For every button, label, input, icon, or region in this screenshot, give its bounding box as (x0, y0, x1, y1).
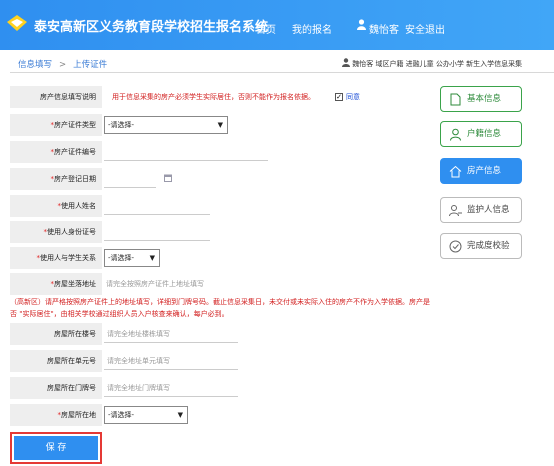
student-icon (342, 58, 350, 67)
breadcrumb: 信息填写 > 上传证件 (18, 58, 107, 70)
user-info-text: 魏怡客 域区户籍 进融儿童 公办小学 新生入学信息采集 (352, 60, 523, 68)
row-user-name: *使用人姓名 (10, 195, 430, 217)
unit-underline (104, 369, 238, 370)
save-button-highlight: 保 存 (10, 432, 102, 464)
dropdown-caret-icon: ▼ (177, 411, 183, 419)
row-door: 房屋所在门牌号 请完全地址门牌填写 (10, 377, 430, 399)
side-completeness-check[interactable]: 完成度校验 (440, 233, 522, 259)
cert-no-input[interactable] (104, 160, 268, 161)
side-label: 户籍信息 (467, 129, 502, 139)
nav-home[interactable]: 首页 (256, 21, 276, 36)
home-icon (449, 165, 462, 178)
breadcrumb-separator: > (59, 60, 67, 70)
row-cert-no: *房产证件编号 (10, 141, 430, 163)
side-property-info[interactable]: 房产信息 (440, 158, 522, 184)
row-description: 房产信息填写说明 用于信息采集的房产必须学生实际居住，否则不能作为报名依据。 ✓… (10, 86, 430, 108)
person-icon (450, 128, 461, 141)
dropdown-caret-icon: ▼ (217, 121, 223, 129)
label-description: 房产信息填写说明 (10, 86, 102, 108)
divider (10, 72, 554, 73)
breadcrumb-step-upload[interactable]: 上传证件 (73, 60, 107, 70)
user-name-input[interactable] (104, 214, 210, 215)
breadcrumb-step-fill[interactable]: 信息填写 (18, 60, 52, 70)
nav-my-registration[interactable]: 我的报名 (292, 21, 332, 36)
label-cert-type: *房产证件类型 (10, 114, 102, 136)
agree-label[interactable]: 同意 (346, 86, 360, 108)
label-user-id: *使用人身份证号 (10, 221, 102, 243)
app-title: 泰安高新区义务教育段学校招生报名系统 (34, 20, 269, 35)
row-unit: 房屋所在单元号 请完全地址单元填写 (10, 350, 430, 372)
user-id-input[interactable] (104, 240, 210, 241)
person-add-icon (449, 205, 462, 217)
door-underline (104, 396, 238, 397)
label-building: 房屋所在楼号 (10, 323, 102, 345)
label-reg-date: *房产登记日期 (10, 168, 102, 190)
label-door: 房屋所在门牌号 (10, 377, 102, 399)
label-relation: *使用人与学生关系 (10, 247, 102, 269)
row-address: *房屋坐落地址 请完全按照房产证件上地址填写 (10, 273, 430, 295)
relation-select[interactable]: -请选择- ▼ (104, 249, 160, 267)
user-info: 魏怡客 域区户籍 进融儿童 公办小学 新生入学信息采集 (342, 58, 522, 69)
user-icon (357, 19, 366, 30)
row-cert-type: *房产证件类型 -请选择- ▼ (10, 114, 430, 136)
side-label: 完成度校验 (467, 241, 510, 251)
check-circle-icon (449, 240, 462, 253)
document-icon (450, 93, 461, 106)
address-input[interactable]: 请完全按照房产证件上地址填写 (106, 273, 204, 295)
side-guardian-info[interactable]: 监护人信息 (440, 197, 522, 223)
save-button[interactable]: 保 存 (14, 436, 98, 460)
side-label: 监护人信息 (467, 205, 510, 215)
side-household-info[interactable]: 户籍信息 (440, 121, 522, 147)
label-address: *房屋坐落地址 (10, 273, 102, 295)
district-select[interactable]: -请选择- ▼ (104, 406, 188, 424)
row-relation: *使用人与学生关系 -请选择- ▼ (10, 247, 430, 269)
label-district: *房屋所在地 (10, 404, 102, 426)
header-bar: 泰安高新区义务教育段学校招生报名系统 首页 我的报名 魏怡客 安全退出 (0, 0, 554, 50)
label-cert-no: *房产证件编号 (10, 141, 102, 163)
dropdown-caret-icon: ▼ (149, 254, 155, 262)
nav-logout[interactable]: 安全退出 (405, 21, 445, 36)
row-building: 房屋所在楼号 请完全地址楼栋填写 (10, 323, 430, 345)
row-user-id: *使用人身份证号 (10, 221, 430, 243)
row-reg-date: *房产登记日期 (10, 168, 430, 190)
side-label: 基本信息 (467, 94, 502, 104)
label-user-name: *使用人姓名 (10, 195, 102, 217)
building-underline (104, 342, 238, 343)
side-basic-info[interactable]: 基本信息 (440, 86, 522, 112)
row-district: *房屋所在地 -请选择- ▼ (10, 404, 430, 426)
nav-username[interactable]: 魏怡客 (369, 21, 399, 36)
reg-date-input[interactable] (104, 187, 156, 188)
calendar-icon[interactable] (164, 174, 172, 182)
description-text: 用于信息采集的房产必须学生实际居住，否则不能作为报名依据。 (112, 93, 315, 101)
agree-checkbox[interactable]: ✓ (335, 93, 343, 101)
address-note: （高新区）请严格按照房产证件上的地址填写，详细到门牌号码。截止信息采集日，未交付… (10, 298, 430, 318)
cert-type-select[interactable]: -请选择- ▼ (104, 116, 228, 134)
logo-icon (7, 15, 27, 31)
side-label: 房产信息 (467, 166, 502, 176)
label-unit: 房屋所在单元号 (10, 350, 102, 372)
